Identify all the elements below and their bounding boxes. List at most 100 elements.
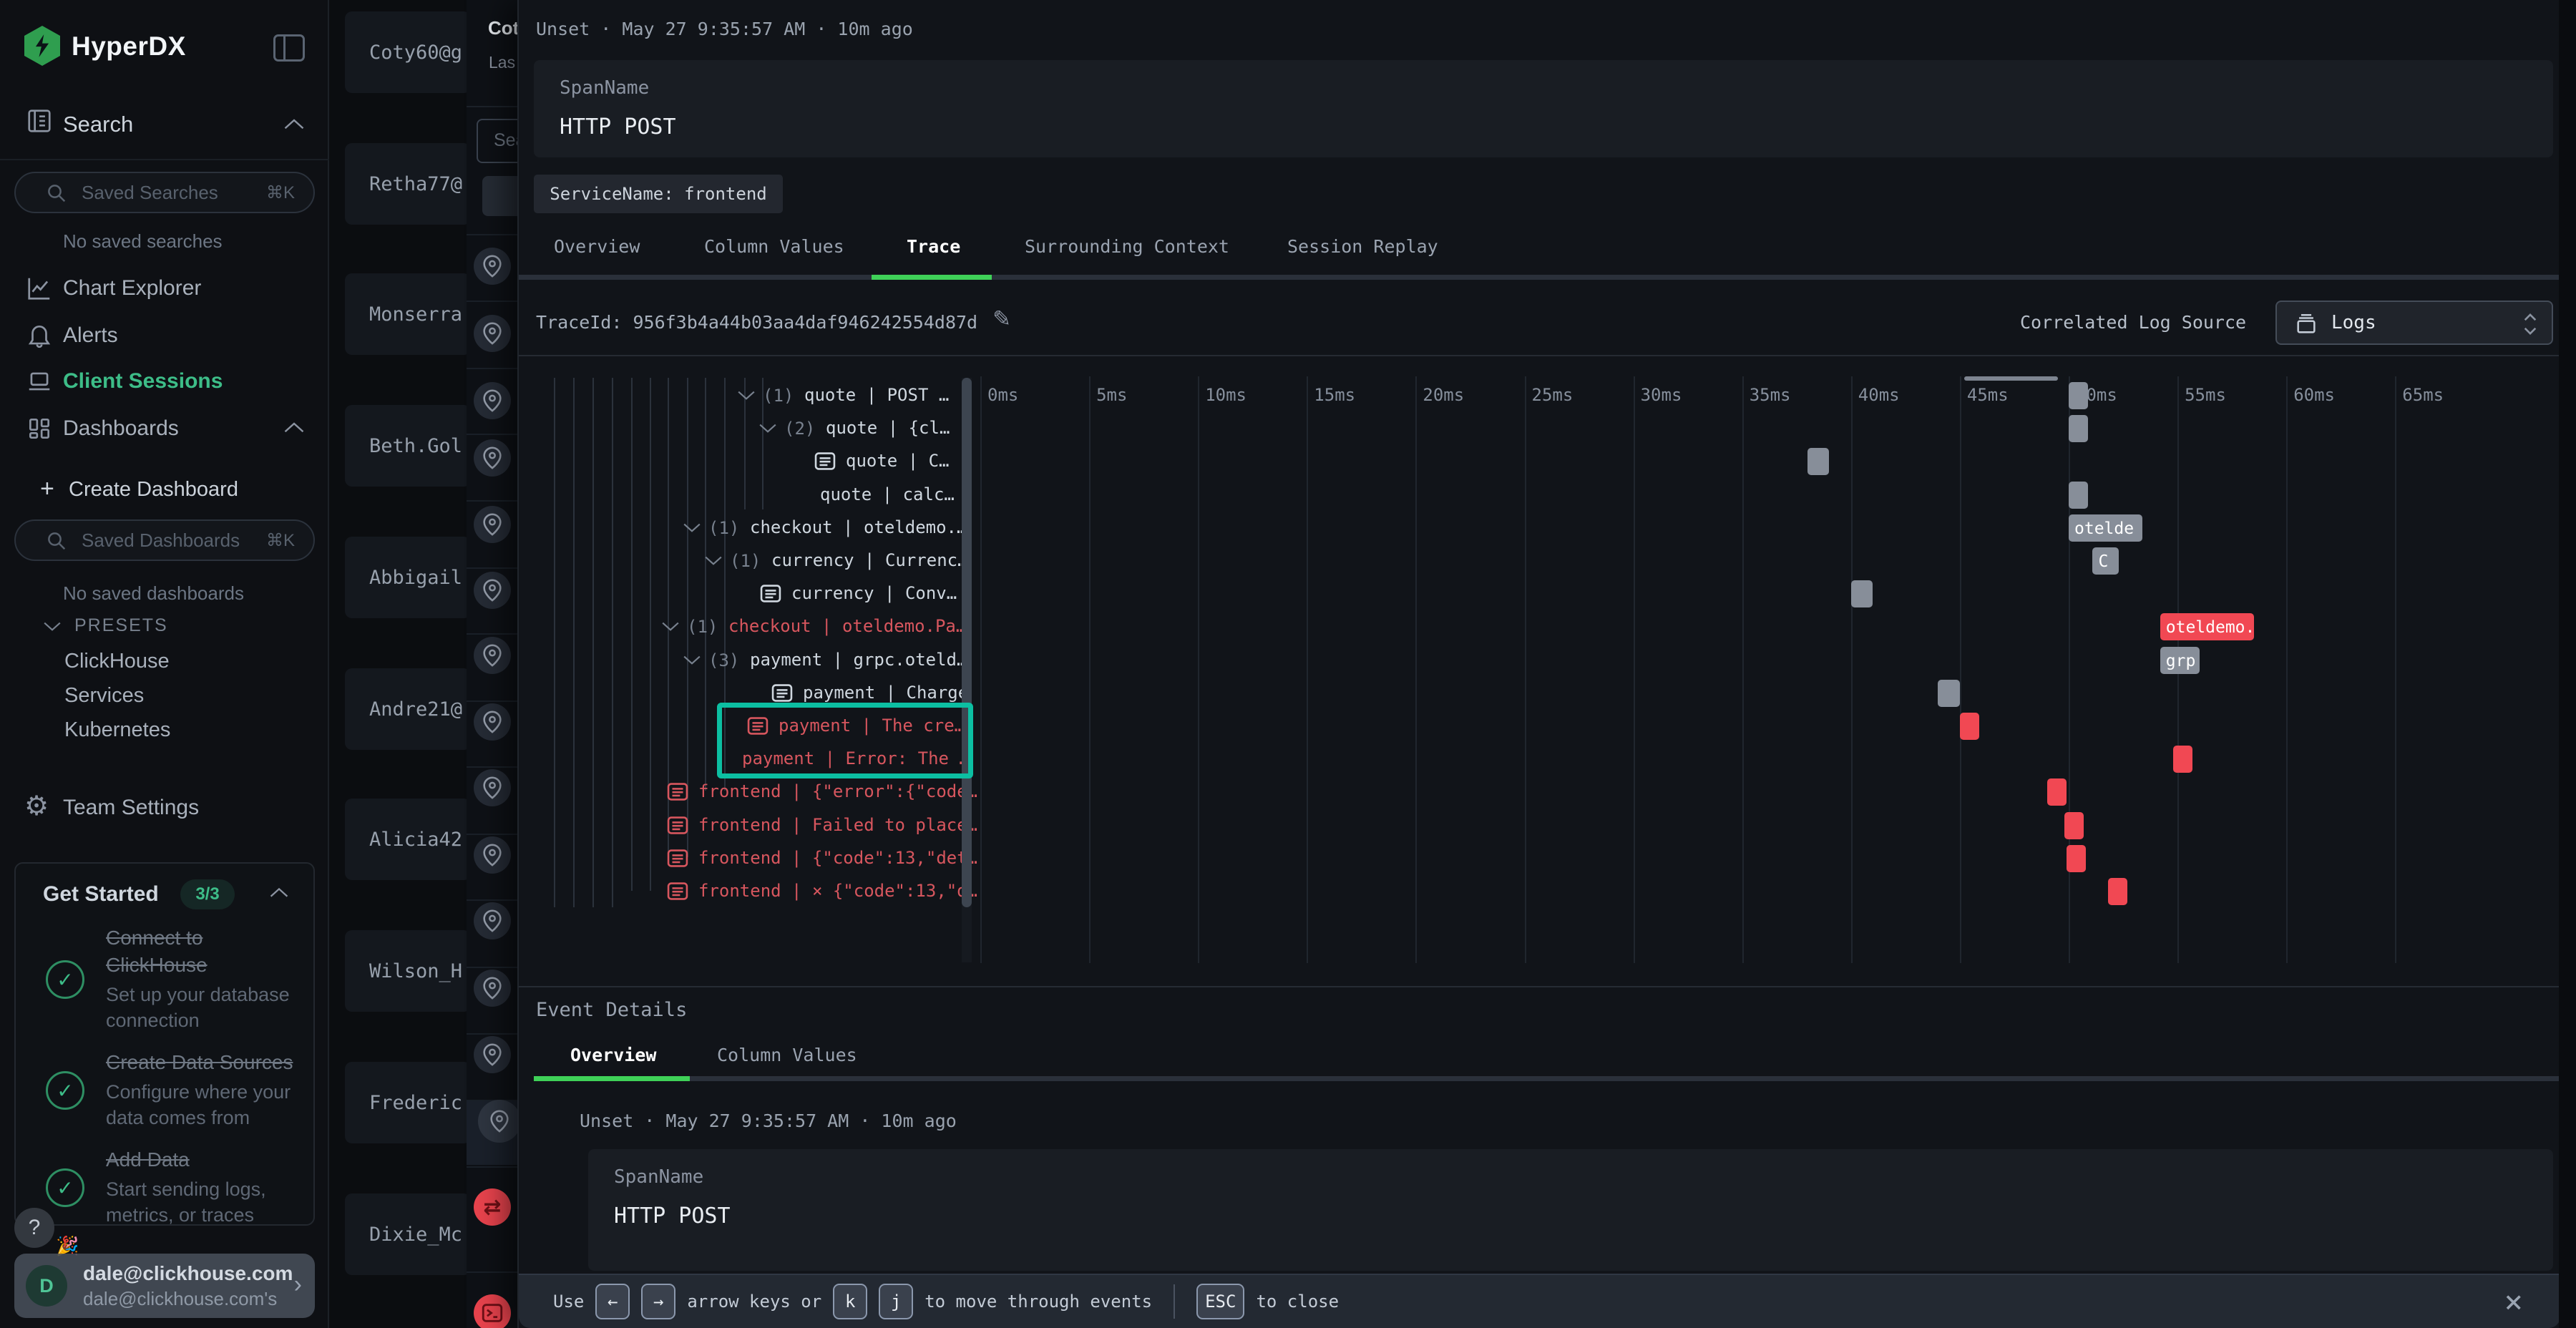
presets-header[interactable]: PRESETS	[74, 615, 168, 636]
trace-tree-row[interactable]: payment | Error: The …	[519, 743, 975, 776]
session-list-item[interactable]: Monserra	[345, 273, 471, 355]
location-pin-icon[interactable]	[474, 769, 511, 806]
create-dashboard-button[interactable]: Create Dashboard	[69, 478, 238, 502]
session-panel-button[interactable]	[482, 176, 517, 216]
span-duration-bar[interactable]: otelde	[2069, 514, 2142, 542]
sidebar-item-chart-explorer[interactable]: Chart Explorer	[0, 266, 329, 311]
sidebar-item-alerts[interactable]: Alerts	[0, 313, 329, 358]
sidebar-item-dashboards[interactable]: Dashboards	[0, 406, 329, 451]
location-pin-icon[interactable]	[474, 382, 511, 419]
session-list-item[interactable]: Retha77@	[345, 143, 471, 225]
sidebar-item-team-settings[interactable]: Team Settings	[63, 796, 199, 820]
chevron-up-icon[interactable]	[283, 117, 305, 130]
span-duration-bar[interactable]	[2064, 812, 2084, 839]
span-duration-bar[interactable]	[1960, 713, 1979, 740]
edit-pencil-icon[interactable]: ✎	[992, 306, 1011, 332]
trace-tree-row[interactable]: quote | calc…	[519, 479, 975, 512]
preset-services[interactable]: Services	[64, 684, 144, 708]
saved-dashboards-search[interactable]: ⌘K	[14, 519, 315, 561]
trace-tree-row[interactable]: (3)payment | grpc.oteld…	[519, 644, 975, 677]
presets-chevron-down-icon[interactable]	[43, 621, 62, 633]
close-icon[interactable]: ×	[2504, 1284, 2524, 1321]
span-duration-bar[interactable]	[2069, 415, 2088, 442]
location-pin-icon[interactable]	[474, 836, 511, 874]
span-duration-bar[interactable]: oteldemo.	[2160, 613, 2254, 640]
chevron-down-icon[interactable]	[704, 555, 723, 567]
tab-trace[interactable]: Trace	[907, 236, 960, 257]
log-source-select[interactable]: Logs	[2275, 301, 2553, 345]
span-duration-bar[interactable]: C	[2092, 547, 2119, 575]
span-duration-bar[interactable]	[2173, 746, 2192, 773]
session-list-item[interactable]: Coty60@g	[345, 11, 471, 93]
location-pin-icon[interactable]	[474, 572, 511, 609]
help-button[interactable]: ?	[14, 1208, 54, 1248]
span-duration-bar[interactable]	[2067, 845, 2086, 872]
sidebar-item-search[interactable]: Search	[63, 112, 133, 137]
preset-kubernetes[interactable]: Kubernetes	[64, 718, 170, 742]
tab-overview[interactable]: Overview	[554, 236, 640, 257]
tab-column-values[interactable]: Column Values	[704, 236, 844, 257]
chevron-down-icon[interactable]	[758, 423, 777, 434]
tab-surrounding-context[interactable]: Surrounding Context	[1025, 236, 1229, 257]
session-list-item[interactable]: Alicia42	[345, 799, 471, 880]
saved-dashboards-input[interactable]	[80, 527, 252, 554]
session-list-item[interactable]: Dixie_Mc	[345, 1193, 471, 1275]
swap-arrows-icon[interactable]: ⇄	[474, 1188, 511, 1226]
scrollbar-thumb[interactable]	[962, 378, 972, 907]
terminal-icon[interactable]	[474, 1294, 511, 1328]
location-pin-icon[interactable]	[474, 506, 511, 543]
saved-searches-search[interactable]: ⌘K	[14, 172, 315, 213]
chevron-down-icon[interactable]	[683, 655, 701, 666]
span-duration-bar[interactable]	[1938, 680, 1959, 707]
trace-tree-row[interactable]: (1)quote | POST …	[519, 379, 975, 412]
chevron-down-icon[interactable]	[737, 390, 756, 401]
location-pin-icon[interactable]	[474, 1036, 511, 1073]
session-list-item[interactable]: Beth.Gol	[345, 405, 471, 487]
service-name-chip[interactable]: ServiceName: frontend	[534, 175, 783, 213]
chevron-up-icon[interactable]	[269, 887, 289, 898]
trace-tree-row[interactable]: frontend | Failed to place…	[519, 809, 975, 842]
trace-tree-row[interactable]: frontend | {"code":13,"det…	[519, 842, 975, 875]
location-pin-icon[interactable]	[474, 439, 511, 477]
tab-session-replay[interactable]: Session Replay	[1287, 236, 1438, 257]
trace-tree-row[interactable]: payment | The cre…	[519, 710, 975, 743]
sidebar-collapse-icon[interactable]	[273, 34, 305, 62]
saved-searches-input[interactable]	[80, 179, 252, 206]
location-pin-icon[interactable]	[474, 703, 511, 741]
location-pin-icon[interactable]	[474, 248, 511, 285]
trace-tree-row[interactable]: frontend | {"error":{"code…	[519, 776, 975, 809]
span-duration-bar[interactable]	[2069, 482, 2088, 509]
trace-tree-row[interactable]: currency | Conv…	[519, 577, 975, 610]
trace-tree-row[interactable]: (1)currency | Currenc…	[519, 545, 975, 577]
span-duration-bar[interactable]	[1851, 580, 1873, 607]
location-pin-icon[interactable]	[474, 902, 511, 939]
trace-tree-row[interactable]: frontend | × {"code":13,"d…	[519, 875, 975, 908]
span-duration-bar[interactable]: grp	[2160, 647, 2200, 674]
span-duration-bar[interactable]	[2108, 878, 2127, 905]
location-pin-icon[interactable]	[474, 637, 511, 674]
chevron-down-icon[interactable]	[661, 621, 680, 633]
location-pin-icon[interactable]	[478, 1100, 517, 1143]
span-duration-bar[interactable]	[2047, 778, 2067, 806]
sidebar-item-client-sessions[interactable]: Client Sessions	[0, 359, 329, 404]
trace-tree-row[interactable]: quote | C…	[519, 445, 975, 478]
location-pin-icon[interactable]	[474, 970, 511, 1007]
user-menu[interactable]: D dale@clickhouse.com dale@clickhouse.co…	[14, 1254, 315, 1318]
location-pin-icon[interactable]	[474, 315, 511, 352]
session-list-item[interactable]: Abbigail	[345, 537, 471, 618]
trace-tree-row[interactable]: (1)checkout | oteldemo.…	[519, 512, 975, 545]
tree-scrollbar[interactable]	[962, 378, 972, 962]
chevron-up-icon[interactable]	[283, 421, 305, 434]
chevron-down-icon[interactable]	[683, 522, 701, 534]
span-duration-bar[interactable]	[1807, 448, 1829, 475]
trace-tree-row[interactable]: (2)quote | {cl…	[519, 412, 975, 445]
span-duration-bar[interactable]	[2069, 382, 2088, 409]
event-details-tab-overview[interactable]: Overview	[570, 1045, 656, 1065]
trace-tree-row[interactable]: (1)checkout | oteldemo.Pa…	[519, 610, 975, 643]
session-list-item[interactable]: Wilson_H	[345, 930, 471, 1012]
event-details-tab-column-values[interactable]: Column Values	[717, 1045, 857, 1065]
trace-tree-row[interactable]: payment | Charge …	[519, 677, 975, 710]
session-search-input[interactable]: Sea	[477, 119, 517, 163]
session-list-item[interactable]: Andre21@	[345, 668, 471, 750]
session-list-item[interactable]: Frederic	[345, 1062, 471, 1143]
